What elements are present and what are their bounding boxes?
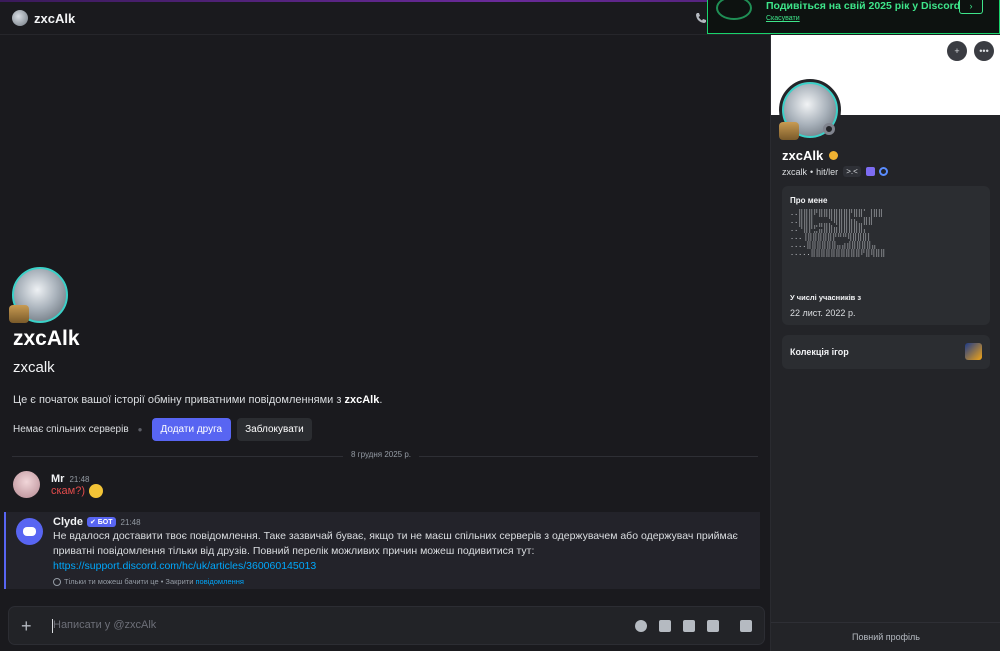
profile-pronouns: hit/ler (816, 166, 839, 177)
support-link[interactable]: https://support.discord.com/hc/uk/articl… (53, 560, 316, 572)
profile-name-text: zxcAlk (782, 148, 824, 163)
promo-cancel-link[interactable]: Скасувати (766, 15, 800, 22)
nitro-badge-icon (829, 151, 839, 160)
message-author[interactable]: Clyde (53, 516, 83, 528)
game-collection-card[interactable]: Колекція ігор (782, 335, 990, 369)
image-icon[interactable] (707, 620, 719, 632)
add-friend-icon[interactable]: + (947, 41, 967, 61)
server-tag[interactable]: >.< (843, 166, 861, 177)
message-composer[interactable]: + Написати у @zxcAlk (8, 606, 765, 645)
dismiss-message-link[interactable]: повідомлення (196, 577, 244, 586)
message-content: скам?) (51, 484, 104, 498)
member-since-date: 22 лист. 2022 р. (790, 308, 856, 318)
profile-avatar-decoration (779, 122, 799, 140)
ephemeral-note-text: Тільки ти можеш бачити це • Закрити (64, 577, 194, 586)
year-recap-promo[interactable]: Подивіться на свій 2025 рік у Discord Ск… (707, 0, 1000, 34)
clyde-avatar[interactable] (16, 518, 43, 545)
message-timestamp: 21:48 (120, 517, 141, 527)
more-options-icon[interactable]: ••• (974, 41, 994, 61)
profile-display-name: zxcAlk (782, 148, 839, 163)
message-item[interactable]: Mr 21:48 скам?) (13, 469, 758, 509)
intro-description: Це є початок вашої історії обміну приват… (13, 394, 382, 406)
game-collection-label: Колекція ігор (790, 347, 849, 357)
message-text: Не вдалося доставити твоє повідомлення. … (53, 530, 738, 557)
dm-header: zxcAlk (0, 2, 770, 35)
promo-open-button[interactable]: › (959, 0, 983, 14)
message-input[interactable]: Написати у @zxcAlk (53, 619, 156, 631)
discord-window: zxcAlk zxcAlk zxcalk Це є початок вашої … (0, 0, 1000, 651)
phone-call-icon[interactable] (694, 11, 708, 25)
message-header: Clyde ✔ БОТ 21:48 (53, 516, 141, 528)
game-thumbnail[interactable] (965, 343, 982, 360)
about-me-title: Про мене (790, 196, 828, 205)
member-since-label: У числі учасників з (790, 293, 862, 302)
offline-status-icon (823, 123, 835, 135)
intro-actions: Немає спільних серверів ● Додати друга З… (13, 417, 312, 441)
mascot-icon (716, 0, 752, 20)
message-text: скам?) (51, 485, 86, 497)
hugging-emoji-icon (89, 484, 104, 498)
gif-icon[interactable] (659, 620, 671, 632)
ephemeral-note: Тільки ти можеш бачити це • Закрити пові… (53, 577, 244, 586)
chat-area: zxcAlk zxcalk Це є початок вашої історії… (0, 35, 770, 651)
intro-username: zxcalk (13, 359, 55, 376)
about-me-ascii-art: ..⣿⣿⣿⠟⣿⣿⣿⣿⣿⣿⡟⣿⣿⠁⢸⣿⣿ ..⣿⣿⣿⠀⣀⣀⡙⢿⣿⣿⣷⣦⣀⣿⣿ ..… (790, 209, 886, 257)
header-avatar[interactable] (12, 10, 28, 26)
message-timestamp: 21:48 (69, 475, 90, 484)
emoji-icon[interactable] (635, 620, 647, 632)
plus-icon[interactable]: + (21, 616, 32, 637)
date-divider-label: 8 грудня 2025 р. (343, 450, 420, 459)
add-friend-button[interactable]: Додати друга (151, 417, 232, 441)
intro-text-name: zxcAlk (344, 394, 380, 406)
gift-icon[interactable] (740, 620, 752, 632)
intro-text-part: Це є початок вашої історії обміну приват… (13, 394, 345, 406)
eye-icon (53, 577, 61, 586)
full-profile-button[interactable]: Повний профіль (771, 622, 1000, 651)
intro-display-name: zxcAlk (13, 327, 80, 350)
sticker-icon[interactable] (683, 620, 695, 632)
bot-badge: ✔ БОТ (86, 517, 116, 527)
separator-dot: ● (137, 424, 143, 434)
about-me-card: Про мене ..⣿⣿⣿⠟⣿⣿⣿⣿⣿⣿⡟⣿⣿⠁⢸⣿⣿ ..⣿⣿⣿⠀⣀⣀⡙⢿⣿… (782, 186, 990, 325)
avatar-decoration (9, 305, 29, 323)
profile-info-row: zxcalk • hit/ler >.< (782, 166, 888, 177)
boost-badge-icon[interactable] (878, 167, 888, 176)
block-button[interactable]: Заблокувати (237, 417, 312, 441)
profile-panel: + ••• zxcAlk zxcalk • hit/ler >.< Про ме… (770, 35, 1000, 651)
profile-username: zxcalk (782, 166, 808, 177)
intro-text-end: . (379, 394, 383, 406)
message-content: Не вдалося доставити твоє повідомлення. … (53, 529, 753, 574)
message-avatar[interactable] (13, 471, 40, 498)
hypesquad-badge-icon[interactable] (865, 167, 875, 176)
separator-dot: • (810, 166, 814, 177)
system-message-item[interactable]: Clyde ✔ БОТ 21:48 Не вдалося доставити т… (4, 512, 760, 589)
intro-avatar (9, 267, 68, 323)
no-mutual-servers: Немає спільних серверів (13, 423, 129, 435)
promo-title[interactable]: Подивіться на свій 2025 рік у Discord (766, 0, 960, 12)
header-username[interactable]: zxcAlk (34, 11, 75, 26)
